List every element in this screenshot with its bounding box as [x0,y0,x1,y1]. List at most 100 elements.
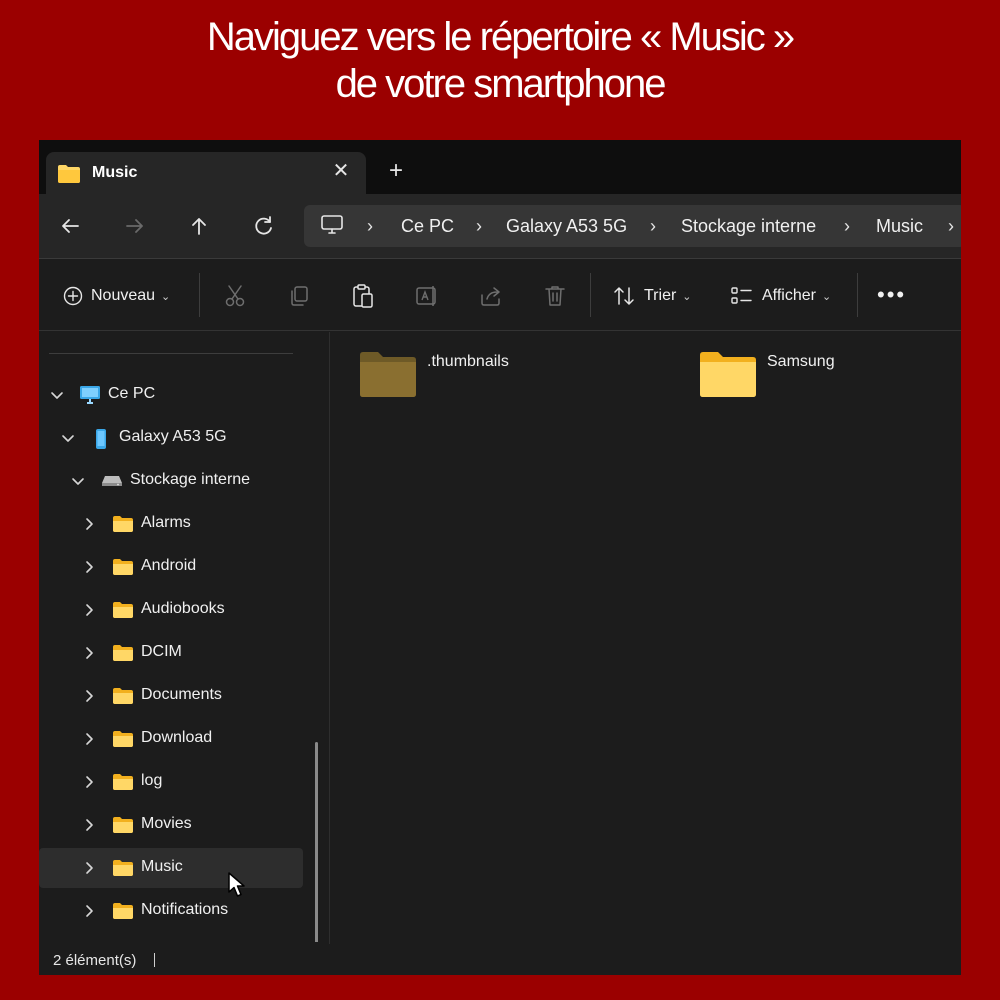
sidebar-item-label: Android [141,557,197,574]
view-button-label: Afficher [762,287,816,304]
item-count: 2 élément(s) [53,952,137,969]
toolbar-separator [590,273,591,317]
pane-divider [329,332,330,944]
folder-item[interactable]: Samsung [699,350,939,400]
chevron-down-icon[interactable] [70,473,86,489]
view-button[interactable]: Afficher ⌄ [730,283,831,309]
folder-icon [112,687,134,710]
sidebar-scrollbar[interactable] [315,742,318,942]
command-bar: Nouveau ⌄ Trier ⌄ Afficher ⌄ ••• [39,259,961,331]
folder-icon [699,350,757,403]
sidebar-item-stockage-interne[interactable]: Stockage interne [39,461,303,501]
share-icon[interactable] [478,283,504,309]
sidebar-item-download[interactable]: Download [39,719,303,759]
chevron-right-icon[interactable] [81,731,97,747]
chevron-right-icon[interactable] [81,817,97,833]
sidebar-item-label: Music [141,858,183,875]
chevron-down-icon[interactable] [49,387,65,403]
sidebar-item-dcim[interactable]: DCIM [39,633,303,673]
file-explorer-window: Music ✕ + › Ce PC › Galaxy A53 5G › Stoc… [39,140,961,975]
sidebar-item-label: Audiobooks [141,600,225,617]
sidebar-item-log[interactable]: log [39,762,303,802]
new-button[interactable]: Nouveau ⌄ [63,283,170,309]
tab-title: Music [92,164,138,181]
plus-circle-icon [63,286,83,306]
sidebar-item-music[interactable]: Music [39,848,303,888]
sidebar-item-label: log [141,772,163,789]
breadcrumb-separator: › [948,216,954,236]
refresh-icon[interactable] [247,209,281,243]
folder-item-name: Samsung [767,353,835,370]
sort-button-label: Trier [644,287,677,304]
chevron-right-icon[interactable] [81,516,97,532]
folder-icon [112,816,134,839]
folder-icon [112,644,134,667]
headline-line-1: Naviguez vers le répertoire « Music » [206,15,795,59]
back-arrow-icon[interactable] [53,209,87,243]
drive-icon [101,474,123,493]
sidebar-item-label: Ce PC [108,385,156,402]
sidebar-item-ce-pc[interactable]: Ce PC [39,375,303,415]
sidebar-item-notifications[interactable]: Notifications [39,891,303,931]
chevron-right-icon[interactable] [81,559,97,575]
copy-icon[interactable] [286,283,312,309]
tab-strip: Music ✕ + [39,140,961,194]
breadcrumb-separator: › [650,216,656,236]
folder-icon [112,558,134,581]
breadcrumb-stockage-interne[interactable]: Stockage interne [681,216,816,237]
chevron-right-icon[interactable] [81,774,97,790]
close-tab-icon[interactable]: ✕ [329,159,353,183]
view-list-icon [731,287,752,304]
toolbar-separator [199,273,200,317]
more-options-icon[interactable]: ••• [877,284,906,306]
new-button-label: Nouveau [91,287,156,304]
sidebar-item-movies[interactable]: Movies [39,805,303,845]
sidebar-item-label: Alarms [141,514,191,531]
rename-icon[interactable] [414,283,440,309]
breadcrumb-separator: › [844,216,850,236]
folder-icon [57,164,81,189]
chevron-right-icon[interactable] [81,688,97,704]
folder-icon [112,773,134,796]
up-arrow-icon[interactable] [182,209,216,243]
tab-music[interactable]: Music ✕ [46,152,366,194]
folder-item[interactable]: .thumbnails [359,350,659,400]
status-separator [154,953,155,967]
chevron-right-icon[interactable] [81,602,97,618]
breadcrumb-separator: › [367,216,373,236]
monitor-icon [79,385,101,410]
breadcrumb-ce-pc[interactable]: Ce PC [401,216,454,237]
sidebar-item-documents[interactable]: Documents [39,676,303,716]
chevron-down-icon[interactable] [60,430,76,446]
sidebar-item-alarms[interactable]: Alarms [39,504,303,544]
sidebar-item-label: Movies [141,815,192,832]
sidebar-item-galaxy-a53-5g[interactable]: Galaxy A53 5G [39,418,303,458]
paste-icon[interactable] [350,283,376,309]
breadcrumb-galaxy-a53-5g[interactable]: Galaxy A53 5G [506,216,627,237]
sidebar-item-audiobooks[interactable]: Audiobooks [39,590,303,630]
sidebar-item-label: DCIM [141,643,182,660]
mouse-cursor-icon [227,871,251,904]
folder-icon [112,859,134,882]
chevron-right-icon[interactable] [81,903,97,919]
forward-arrow-icon[interactable] [118,209,152,243]
monitor-icon [320,214,344,241]
breadcrumb-separator: › [476,216,482,236]
sort-icon [614,287,634,305]
new-tab-button[interactable]: + [384,159,408,183]
sort-button[interactable]: Trier ⌄ [612,283,692,309]
sidebar-item-label: Stockage interne [130,471,251,488]
sidebar-item-android[interactable]: Android [39,547,303,587]
chevron-right-icon[interactable] [81,860,97,876]
sidebar-item-label: Download [141,729,213,746]
smartphone-icon [94,428,108,455]
folder-icon [112,902,134,925]
sidebar-divider [49,353,293,354]
breadcrumb-music[interactable]: Music [876,216,923,237]
cut-icon[interactable] [222,283,248,309]
chevron-down-icon: ⌄ [161,290,171,303]
address-bar[interactable]: › Ce PC › Galaxy A53 5G › Stockage inter… [304,205,961,247]
delete-icon[interactable] [542,283,568,309]
folder-icon [112,601,134,624]
chevron-right-icon[interactable] [81,645,97,661]
